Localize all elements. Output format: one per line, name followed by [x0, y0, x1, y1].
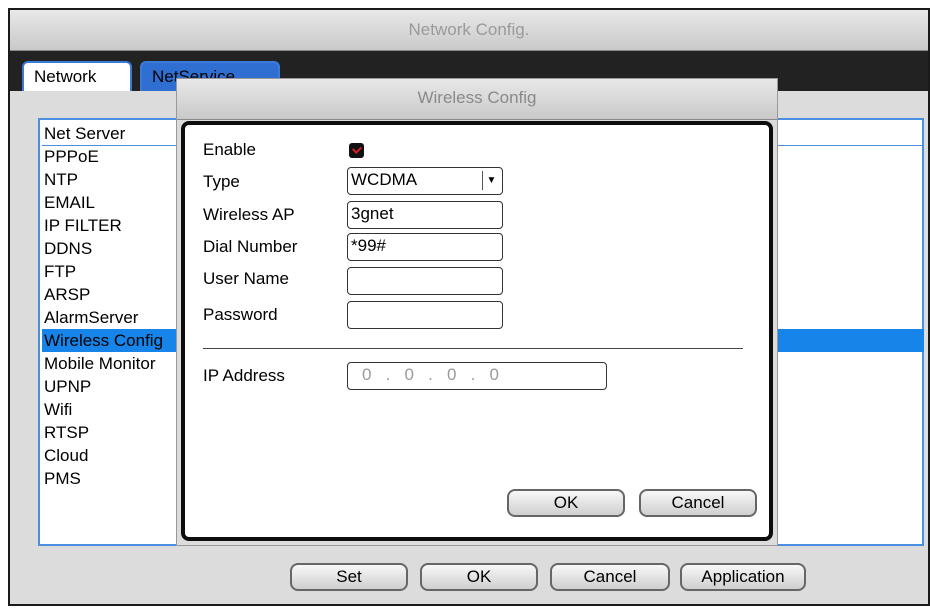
window-title: Network Config.	[10, 10, 928, 51]
divider	[203, 348, 743, 349]
wireless-ap-input[interactable]: 3gnet	[347, 201, 503, 229]
dial-number-label: Dial Number	[203, 237, 298, 256]
dialog-body: Enable Type WCDMA ▼ Wireless AP 3gnet Di…	[181, 121, 773, 541]
dial-number-input[interactable]: *99#	[347, 233, 503, 261]
enable-label: Enable	[203, 140, 256, 159]
password-label: Password	[203, 305, 278, 324]
type-label: Type	[203, 172, 240, 191]
dialog-cancel-button[interactable]: Cancel	[639, 489, 757, 517]
wireless-config-dialog: Wireless Config Enable Type WCDMA ▼ Wire…	[176, 78, 778, 546]
user-name-label: User Name	[203, 269, 289, 288]
wireless-ap-label: Wireless AP	[203, 205, 295, 224]
application-button[interactable]: Application	[680, 563, 806, 591]
dialog-ok-button[interactable]: OK	[507, 489, 625, 517]
tab-network[interactable]: Network	[22, 61, 132, 91]
set-button[interactable]: Set	[290, 563, 408, 591]
ip-address-input[interactable]: 0 . 0 . 0 . 0	[347, 362, 607, 390]
chevron-down-icon[interactable]: ▼	[482, 171, 500, 190]
ok-button[interactable]: OK	[420, 563, 538, 591]
dialog-title: Wireless Config	[177, 79, 777, 120]
user-name-input[interactable]	[347, 267, 503, 295]
type-select[interactable]: WCDMA ▼	[347, 167, 503, 195]
type-value: WCDMA	[351, 170, 418, 189]
ip-address-value: 0 . 0 . 0 . 0	[362, 365, 500, 384]
ip-address-label: IP Address	[203, 366, 285, 385]
enable-checkbox[interactable]	[349, 143, 364, 158]
password-input[interactable]	[347, 301, 503, 329]
cancel-button[interactable]: Cancel	[550, 563, 670, 591]
